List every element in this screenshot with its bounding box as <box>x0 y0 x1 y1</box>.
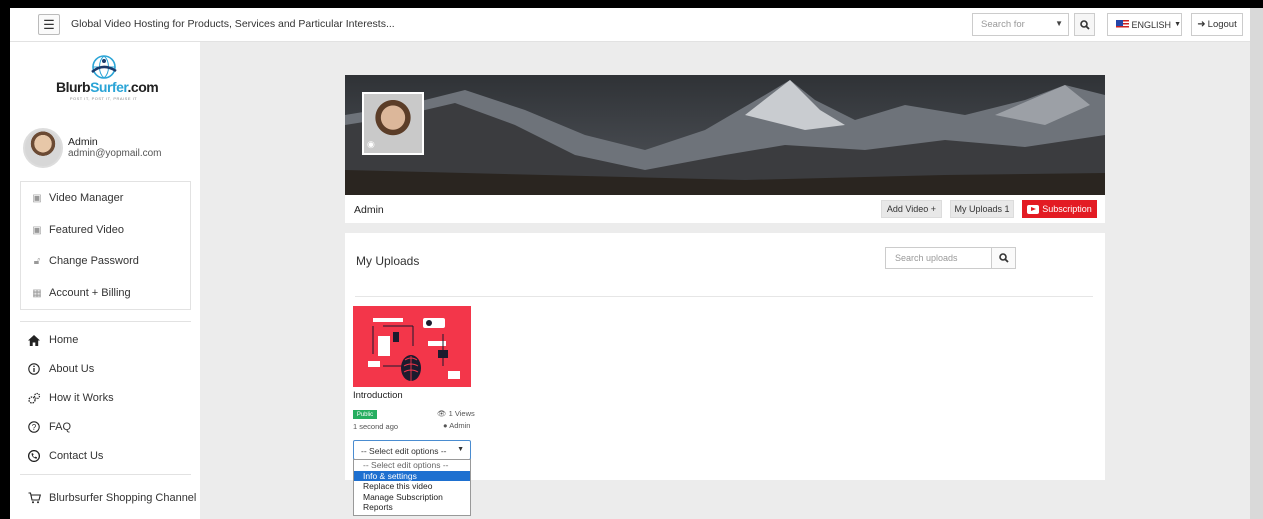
caret-down-icon: ▼ <box>457 446 464 453</box>
subscription-label: Subscription <box>1042 204 1092 214</box>
dropdown-option[interactable]: Manage Subscription <box>354 492 470 503</box>
avatar[interactable] <box>23 128 63 168</box>
edit-options-dropdown: -- Select edit options -- Info & setting… <box>353 459 471 516</box>
gears-icon <box>28 392 41 404</box>
hamburger-menu-button[interactable]: ☰ <box>38 14 60 35</box>
us-flag-icon <box>1116 19 1129 30</box>
video-icon: ▣ <box>32 224 42 236</box>
logo-text: BlurbSurfer.com <box>56 79 159 95</box>
dropdown-option[interactable]: Reports <box>354 502 470 513</box>
menu-icon: ☰ <box>43 16 55 32</box>
sidebar: BlurbSurfer.com POST IT, POST IT, PRAISE… <box>10 42 200 519</box>
svg-text:?: ? <box>32 423 37 432</box>
sign-out-icon: ➜ <box>1197 19 1206 30</box>
uploader-name: Admin <box>449 421 471 430</box>
menu-item-label: Change Password <box>49 255 139 267</box>
eye-icon: 👁︎ <box>437 409 447 418</box>
menu-item-video-manager[interactable]: ▣ Video Manager <box>31 192 123 204</box>
language-select[interactable]: ENGLISH ▼ <box>1107 13 1182 36</box>
scrollbar[interactable] <box>1250 8 1263 519</box>
logout-button[interactable]: ➜ Logout <box>1191 13 1243 36</box>
channel-name: Admin <box>354 204 384 216</box>
uploads-title: My Uploads <box>356 254 420 268</box>
nav-item-shopping-channel[interactable]: Blurbsurfer Shopping Channel <box>28 492 196 504</box>
account-menu: ▣ Video Manager ▣ Featured Video 🔓︎ Chan… <box>20 181 191 310</box>
top-bar: ☰ Global Video Hosting for Products, Ser… <box>10 8 1250 42</box>
mountain-landscape <box>345 75 1105 195</box>
user-icon: ● <box>443 421 448 430</box>
add-video-button[interactable]: Add Video + <box>881 200 942 218</box>
logout-label: Logout <box>1207 19 1237 30</box>
user-profile: Admin admin@yopmail.com <box>23 128 193 172</box>
search-placeholder: Search for <box>981 19 1025 30</box>
menu-item-label: Featured Video <box>49 224 125 236</box>
divider <box>20 321 191 322</box>
question-icon: ? <box>28 421 41 433</box>
nav-item-label: Contact Us <box>49 450 104 462</box>
dropdown-option-highlighted[interactable]: Info & settings <box>354 470 470 481</box>
status-badge: Public <box>353 410 377 419</box>
surfer-globe-icon <box>91 55 117 79</box>
info-icon <box>28 363 41 375</box>
profile-email: admin@yopmail.com <box>68 148 162 159</box>
video-icon: ▣ <box>32 192 42 204</box>
subscription-button[interactable]: Subscription <box>1022 200 1097 218</box>
nav-item-label: Home <box>49 334 79 346</box>
channel-info-bar: Admin Add Video + My Uploads 1 Subscript… <box>345 195 1105 223</box>
caret-down-icon: ▼ <box>1174 21 1181 28</box>
menu-item-account-billing[interactable]: ▦ Account + Billing <box>31 287 131 299</box>
edit-options-select[interactable]: -- Select edit options -- ▼ <box>353 440 471 460</box>
menu-item-featured-video[interactable]: ▣ Featured Video <box>31 224 124 236</box>
logo-tagline: POST IT, POST IT, PRAISE IT <box>69 96 138 101</box>
home-icon <box>28 334 41 346</box>
nav-item-label: FAQ <box>49 421 72 433</box>
language-label: ENGLISH <box>1131 19 1172 30</box>
menu-item-label: Account + Billing <box>49 287 131 299</box>
divider <box>355 296 1093 297</box>
select-value: -- Select edit options -- <box>361 446 447 456</box>
search-uploads-button[interactable] <box>991 247 1016 269</box>
dropdown-option[interactable]: -- Select edit options -- <box>354 460 470 471</box>
camera-icon[interactable]: ◉ <box>367 139 375 150</box>
video-uploader: ● Admin <box>443 421 470 430</box>
views-count: 1 Views <box>448 409 475 418</box>
nav-item-label: How it Works <box>49 392 114 404</box>
video-title[interactable]: Introduction <box>353 390 403 401</box>
lock-icon: 🔓︎ <box>33 255 41 267</box>
nav-item-faq[interactable]: ? FAQ <box>28 421 71 433</box>
video-age: 1 second ago <box>353 422 399 431</box>
phone-icon <box>28 450 41 462</box>
nav-item-contact-us[interactable]: Contact Us <box>28 450 103 462</box>
building-icon: ▦ <box>32 287 42 299</box>
menu-item-change-password[interactable]: 🔓︎ Change Password <box>31 255 139 267</box>
caret-down-icon: ▼ <box>1055 19 1063 28</box>
search-input[interactable]: Search for ▼ <box>972 13 1069 36</box>
cart-icon <box>28 492 41 504</box>
profile-name: Admin <box>68 136 98 148</box>
ai-illustration <box>353 306 471 387</box>
search-icon <box>998 253 1009 263</box>
dropdown-option[interactable]: Replace this video <box>354 481 470 492</box>
my-uploads-button[interactable]: My Uploads 1 <box>950 200 1014 218</box>
nav-item-label: Blurbsurfer Shopping Channel <box>49 492 197 504</box>
site-logo[interactable]: BlurbSurfer.com POST IT, POST IT, PRAISE… <box>56 55 159 105</box>
menu-item-label: Video Manager <box>49 192 124 204</box>
nav-item-about-us[interactable]: About Us <box>28 363 94 375</box>
search-uploads-placeholder: Search uploads <box>895 253 958 263</box>
channel-avatar[interactable]: ◉ <box>362 92 424 155</box>
uploads-panel: My Uploads Search uploads Introduction P… <box>345 233 1105 480</box>
video-views: 👁︎ 1 Views <box>437 409 475 418</box>
nav-item-label: About Us <box>49 363 95 375</box>
nav-item-how-it-works[interactable]: How it Works <box>28 392 114 404</box>
youtube-icon <box>1027 204 1040 214</box>
search-button[interactable] <box>1074 13 1095 36</box>
channel-cover-image: ◉ <box>345 75 1105 195</box>
video-thumbnail[interactable] <box>353 306 471 387</box>
app-frame: ☰ Global Video Hosting for Products, Ser… <box>10 8 1250 519</box>
divider <box>20 474 191 475</box>
site-title: Global Video Hosting for Products, Servi… <box>71 18 395 30</box>
search-icon <box>1079 19 1090 30</box>
search-uploads-input[interactable]: Search uploads <box>885 247 992 269</box>
nav-item-home[interactable]: Home <box>28 334 78 346</box>
